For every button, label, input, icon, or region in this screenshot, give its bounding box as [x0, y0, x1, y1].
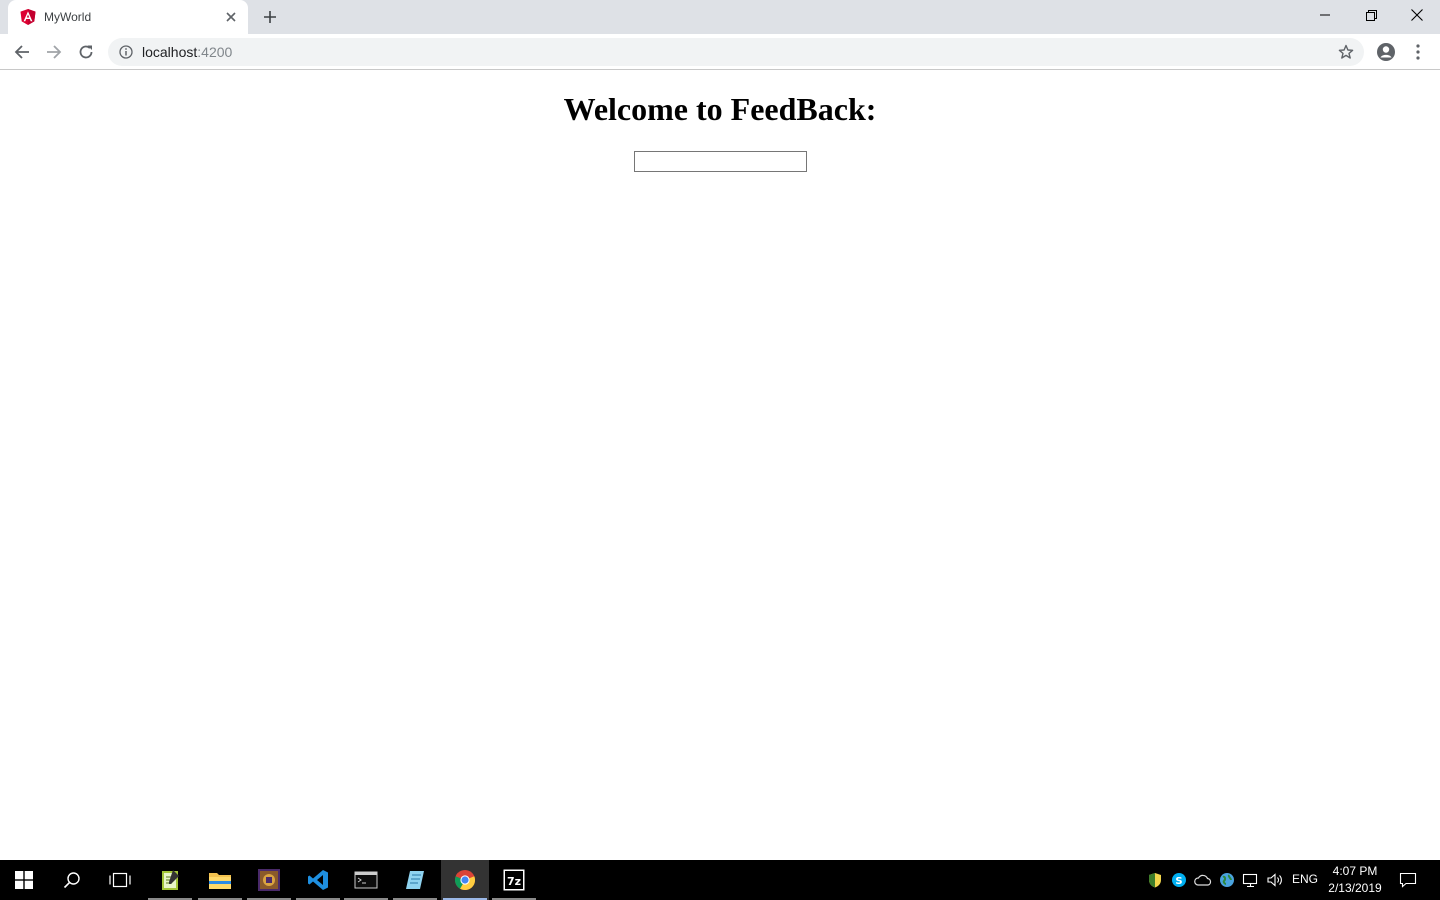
- network-globe-icon[interactable]: [1218, 871, 1236, 889]
- volume-icon[interactable]: [1266, 871, 1284, 889]
- notepad-icon[interactable]: [391, 860, 439, 900]
- taskbar: 7z S ENG 4:07 PM 2/13/2019: [0, 860, 1440, 900]
- vscode-icon[interactable]: [294, 860, 342, 900]
- address-bar[interactable]: localhost:4200: [108, 38, 1364, 66]
- language-indicator[interactable]: ENG: [1292, 872, 1318, 886]
- onedrive-icon[interactable]: [1194, 871, 1212, 889]
- action-center-icon[interactable]: [1394, 860, 1422, 900]
- browser-tab[interactable]: MyWorld: [8, 0, 248, 34]
- file-explorer-icon[interactable]: [196, 860, 244, 900]
- svg-text:S: S: [1175, 876, 1182, 887]
- svg-text:7z: 7z: [507, 875, 521, 888]
- game-app-icon[interactable]: [245, 860, 293, 900]
- kebab-menu-icon[interactable]: [1404, 38, 1432, 66]
- 7zip-icon[interactable]: 7z: [490, 860, 538, 900]
- clock-time: 4:07 PM: [1332, 864, 1378, 878]
- browser-tabstrip: MyWorld: [0, 0, 1440, 34]
- defender-icon[interactable]: [1146, 871, 1164, 889]
- feedback-input[interactable]: [634, 151, 807, 172]
- plus-icon[interactable]: [258, 6, 282, 28]
- angular-icon: [20, 9, 36, 25]
- url-host: localhost: [142, 44, 198, 60]
- page-title: Welcome to FeedBack:: [563, 91, 877, 127]
- url-port: :4200: [197, 44, 233, 60]
- restore-icon[interactable]: [1348, 0, 1394, 30]
- info-icon[interactable]: [118, 44, 134, 60]
- page-content: Welcome to FeedBack:: [0, 71, 1440, 860]
- windows-start-icon[interactable]: [0, 860, 48, 900]
- tab-title: MyWorld: [44, 10, 92, 24]
- skype-icon[interactable]: S: [1170, 871, 1188, 889]
- wifi-icon[interactable]: [1242, 871, 1260, 889]
- system-clock[interactable]: 4:07 PM 2/13/2019: [1325, 863, 1385, 897]
- profile-avatar-icon[interactable]: [1372, 38, 1400, 66]
- reload-icon[interactable]: [72, 38, 100, 66]
- forward-icon[interactable]: [40, 38, 68, 66]
- minimize-icon[interactable]: [1302, 0, 1348, 30]
- browser-toolbar: localhost:4200: [0, 34, 1440, 70]
- search-icon[interactable]: [48, 860, 96, 900]
- close-icon[interactable]: [1394, 0, 1440, 30]
- tab-close-icon[interactable]: [220, 6, 242, 28]
- task-view-icon[interactable]: [96, 860, 144, 900]
- chrome-icon[interactable]: [441, 860, 489, 900]
- url-text: localhost:4200: [142, 44, 232, 60]
- clock-date: 2/13/2019: [1328, 881, 1382, 895]
- terminal-icon[interactable]: [342, 860, 390, 900]
- notepad-plus-plus-icon[interactable]: [146, 860, 194, 900]
- back-icon[interactable]: [8, 38, 36, 66]
- bookmark-star-icon[interactable]: [1336, 42, 1356, 62]
